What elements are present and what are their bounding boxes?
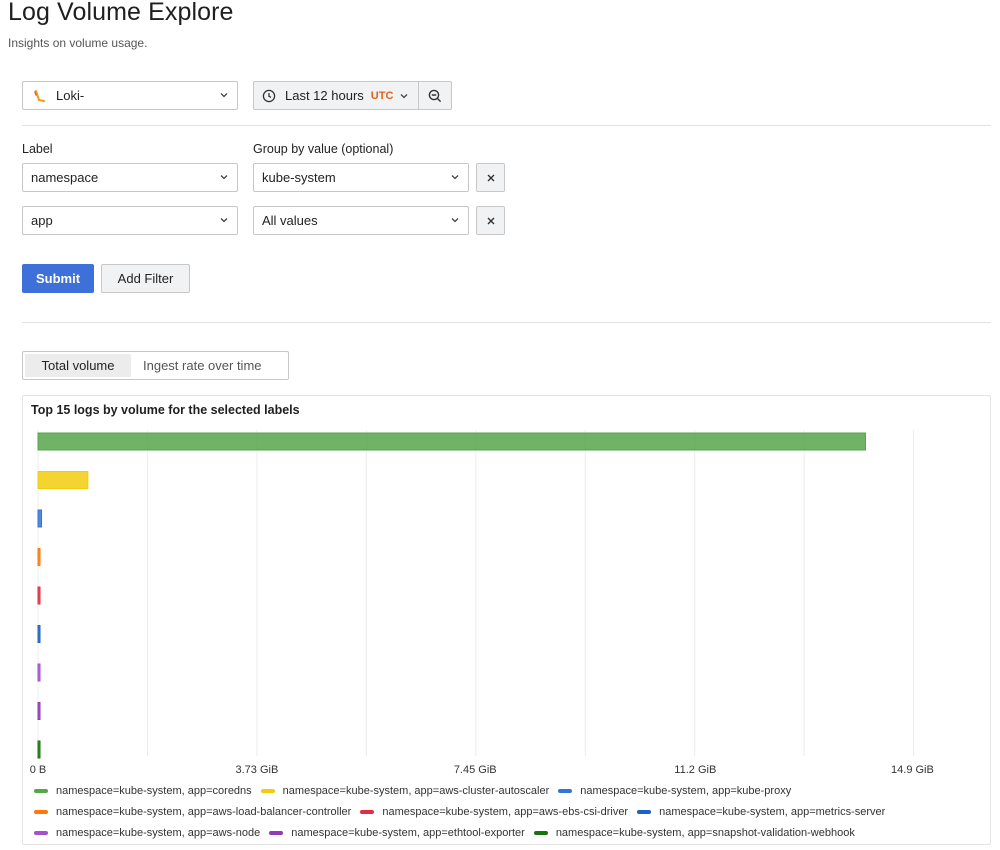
datasource-picker[interactable]: Loki- — [22, 81, 238, 110]
remove-filter-button[interactable] — [476, 206, 505, 235]
legend-item[interactable]: namespace=kube-system, app=coredns — [34, 785, 252, 797]
divider — [22, 322, 991, 323]
legend-swatch — [260, 788, 275, 793]
label-select-2[interactable]: app — [22, 206, 238, 235]
chart-panel: Top 15 logs by volume for the selected l… — [22, 395, 991, 845]
legend-item[interactable]: namespace=kube-system, app=metrics-serve… — [637, 806, 885, 818]
chevron-down-icon — [400, 93, 408, 98]
datasource-name: Loki- — [56, 88, 85, 103]
legend-item[interactable]: namespace=kube-system, app=aws-load-bala… — [34, 806, 351, 818]
legend-label: namespace=kube-system, app=metrics-serve… — [659, 805, 886, 818]
legend-swatch — [558, 788, 573, 793]
label-select-value: namespace — [31, 170, 99, 185]
value-select-value: All values — [262, 213, 318, 228]
chevron-down-icon — [220, 175, 228, 180]
legend-swatch — [637, 809, 652, 814]
tab-ingest-rate[interactable]: Ingest rate over time — [131, 354, 274, 377]
legend-item[interactable]: namespace=kube-system, app=ethtool-expor… — [269, 827, 525, 839]
loki-logo-icon — [34, 89, 45, 102]
value-select-value: kube-system — [262, 170, 336, 185]
bar[interactable] — [37, 548, 41, 566]
legend-row: namespace=kube-system, app=aws-load-bala… — [34, 801, 984, 822]
tab-total-volume[interactable]: Total volume — [25, 354, 131, 377]
chevron-down-icon — [451, 175, 459, 180]
legend-row: namespace=kube-system, app=aws-node names… — [34, 822, 984, 843]
legend-label: namespace=kube-system, app=coredns — [56, 784, 252, 797]
add-filter-button[interactable]: Add Filter — [101, 264, 190, 293]
chart-legend: namespace=kube-system, app=coredns namesp… — [34, 780, 984, 843]
bar[interactable] — [37, 663, 41, 682]
label-select-value: app — [31, 213, 53, 228]
legend-label: namespace=kube-system, app=aws-node — [56, 826, 261, 839]
legend-label: namespace=kube-system, app=aws-ebs-csi-d… — [382, 805, 629, 818]
page-subtitle: Insights on volume usage. — [8, 36, 148, 50]
divider — [22, 125, 991, 126]
legend-item[interactable]: namespace=kube-system, app=aws-node — [34, 827, 260, 839]
timezone-badge: UTC — [370, 89, 394, 102]
page-title: Log Volume Explore — [8, 0, 234, 26]
x-tick-label: 7.45 GiB — [454, 764, 497, 776]
bar[interactable] — [37, 702, 41, 720]
legend-swatch — [34, 809, 48, 814]
legend-swatch — [269, 830, 284, 835]
x-tick-label: 3.73 GiB — [235, 764, 278, 776]
legend-swatch — [34, 830, 48, 835]
legend-item[interactable]: namespace=kube-system, app=aws-cluster-a… — [260, 784, 550, 797]
chevron-down-icon — [220, 218, 228, 223]
bar[interactable] — [37, 625, 41, 643]
legend-swatch — [533, 830, 548, 835]
chevron-down-icon — [451, 218, 459, 223]
bar[interactable] — [37, 509, 43, 528]
legend-label: namespace=kube-system, app=snapshot-vali… — [555, 826, 855, 839]
x-tick-label: 14.9 GiB — [891, 764, 934, 776]
legend-label: namespace=kube-system, app=ethtool-expor… — [291, 826, 525, 839]
legend-item[interactable]: namespace=kube-system, app=kube-proxy — [558, 785, 791, 797]
time-range-button[interactable]: Last 12 hours UTC — [253, 81, 420, 110]
close-icon — [487, 174, 494, 181]
legend-item[interactable]: namespace=kube-system, app=aws-ebs-csi-d… — [360, 806, 628, 818]
chevron-down-icon — [220, 93, 228, 98]
label-heading: Label — [22, 142, 53, 156]
legend-swatch — [34, 788, 48, 793]
legend-swatch — [360, 809, 375, 814]
volume-bar-chart: 0 B 3.73 GiB 7.45 GiB 11.2 GiB 14.9 GiB — [30, 430, 934, 776]
legend-row: namespace=kube-system, app=coredns namesp… — [34, 780, 984, 801]
bar[interactable] — [37, 740, 41, 759]
value-select-1[interactable]: kube-system — [253, 163, 469, 192]
bar[interactable] — [37, 432, 866, 451]
legend-item[interactable]: namespace=kube-system, app=snapshot-vali… — [533, 826, 855, 839]
legend-label: namespace=kube-system, app=aws-cluster-a… — [282, 784, 550, 797]
zoom-out-icon — [429, 89, 442, 102]
close-icon — [487, 217, 494, 224]
clock-icon — [262, 89, 276, 102]
submit-button[interactable]: Submit — [22, 264, 94, 293]
value-select-2[interactable]: All values — [253, 206, 469, 235]
legend-label: namespace=kube-system, app=kube-proxy — [580, 784, 792, 797]
view-tabs: Total volume Ingest rate over time — [22, 351, 289, 380]
x-tick-label: 0 B — [30, 764, 47, 776]
label-select-1[interactable]: namespace — [22, 163, 238, 192]
bar[interactable] — [37, 586, 41, 605]
time-range-label: Last 12 hours — [285, 88, 364, 103]
bar[interactable] — [37, 471, 89, 489]
time-range-picker: Last 12 hours UTC — [253, 81, 453, 110]
remove-filter-button[interactable] — [476, 163, 505, 192]
group-by-heading: Group by value (optional) — [253, 142, 394, 156]
legend-label: namespace=kube-system, app=aws-load-bala… — [56, 805, 352, 818]
x-tick-label: 11.2 GiB — [674, 764, 716, 776]
zoom-out-button[interactable] — [419, 81, 453, 110]
